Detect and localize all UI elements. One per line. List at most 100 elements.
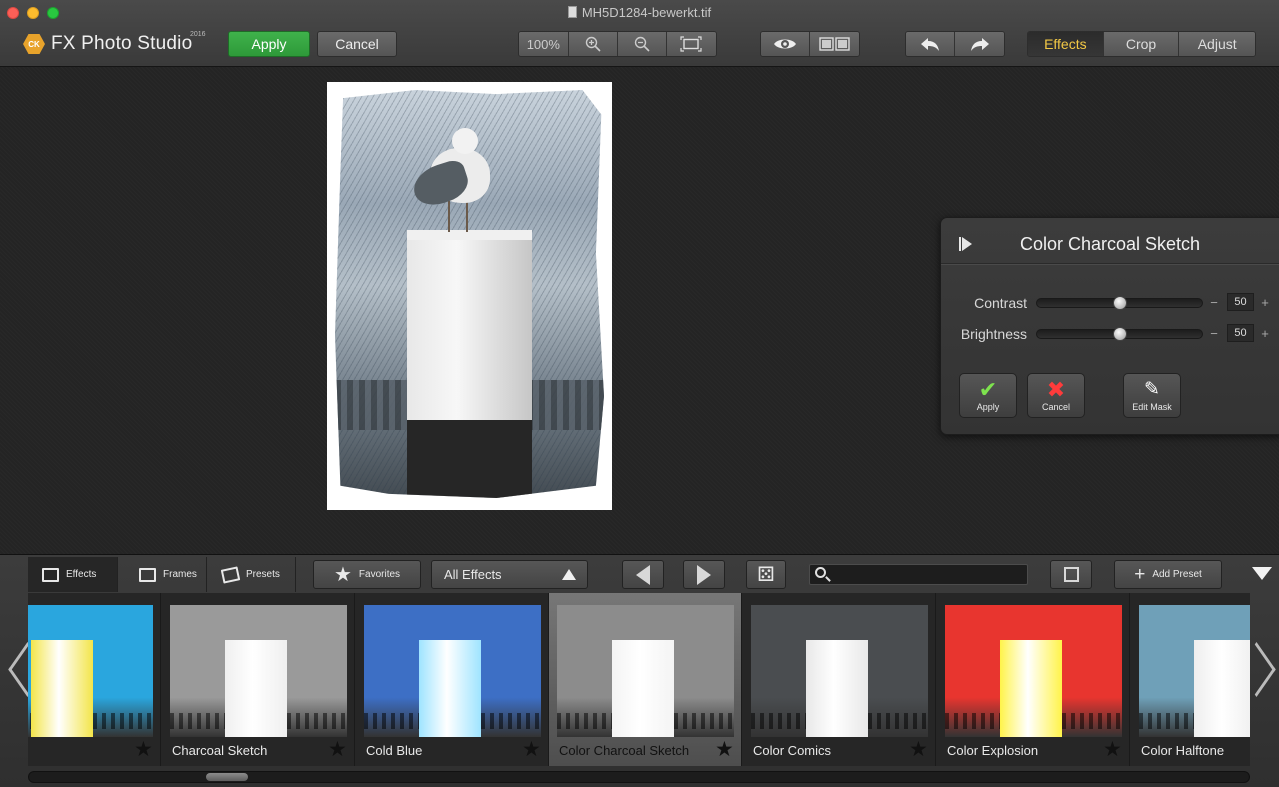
- panel-collapse-icon[interactable]: [959, 237, 972, 251]
- effects-browser: Effects Frames Presets ★ Favorites All E…: [0, 554, 1279, 787]
- brightness-slider-knob[interactable]: [1112, 327, 1127, 341]
- tab-crop[interactable]: Crop: [1103, 32, 1180, 56]
- effect-thumbnail-image: [751, 605, 928, 737]
- browser-tab-frames[interactable]: Frames: [125, 557, 207, 592]
- star-icon: ★: [333, 564, 352, 586]
- film-strip-icon: [42, 567, 59, 582]
- contrast-label: Contrast: [974, 295, 1027, 311]
- redo-button[interactable]: [955, 32, 1004, 56]
- fit-to-screen-button[interactable]: [666, 32, 716, 56]
- apply-button[interactable]: Apply: [228, 31, 310, 57]
- effect-title: Color Charcoal Sketch: [1019, 234, 1201, 254]
- effect-thumbnail[interactable]: Cold Blue ★: [356, 593, 549, 766]
- effect-thumbnail-image: [28, 605, 153, 737]
- brightness-decrement[interactable]: −: [1208, 326, 1220, 341]
- effect-thumbnail[interactable]: Color Halftone★: [1131, 593, 1250, 766]
- zoom-in-button[interactable]: [568, 32, 618, 56]
- brightness-increment[interactable]: +: [1259, 326, 1271, 341]
- window-title: MH5D1284-bewerkt.tif: [0, 5, 1279, 20]
- app-name: FX Photo Studio: [51, 33, 193, 54]
- add-preset-label: Add Preset: [1152, 569, 1202, 580]
- effect-category-select[interactable]: All Effects: [431, 560, 588, 589]
- undo-arrow-icon: [921, 38, 939, 51]
- title-toolbar: MH5D1284-bewerkt.tif CK FX Photo Studio …: [0, 0, 1279, 67]
- zoom-in-icon: [585, 36, 601, 52]
- contrast-slider[interactable]: [1036, 296, 1203, 310]
- edit-mask-label: Edit Mask: [1132, 402, 1172, 412]
- app-year: 2016: [190, 31, 206, 38]
- view-controls: [760, 31, 860, 57]
- random-effect-button[interactable]: ⚄: [746, 560, 786, 589]
- favorite-star-icon[interactable]: ★: [134, 737, 153, 762]
- effect-cancel-button[interactable]: ✖ Cancel: [1027, 373, 1085, 418]
- dice-icon: ⚄: [757, 564, 775, 586]
- preview-button[interactable]: [761, 32, 811, 56]
- favorite-star-icon[interactable]: ★: [715, 737, 734, 762]
- split-view-icon: [818, 37, 850, 51]
- compare-view-button[interactable]: [810, 32, 859, 56]
- collapse-browser-icon[interactable]: [1252, 567, 1272, 580]
- editing-canvas[interactable]: Color Charcoal Sketch Contrast − 50 + Br…: [0, 67, 1279, 554]
- effect-thumbnail[interactable]: ors★: [28, 593, 161, 766]
- browser-tab-frames-label: Frames: [163, 569, 197, 580]
- effect-thumbnail-label: Color Explosion: [947, 743, 1039, 758]
- effect-thumbnail[interactable]: Color Comics ★: [743, 593, 936, 766]
- plus-icon: +: [1134, 563, 1146, 585]
- effect-thumbnail-label: Charcoal Sketch: [172, 743, 268, 758]
- favorite-star-icon[interactable]: ★: [522, 737, 541, 762]
- effect-thumbnail-image: [1139, 605, 1250, 737]
- contrast-decrement[interactable]: −: [1208, 295, 1220, 310]
- tab-effects[interactable]: Effects: [1028, 32, 1104, 56]
- previous-effect-button[interactable]: [622, 560, 664, 589]
- brightness-slider[interactable]: [1036, 327, 1203, 341]
- contrast-value[interactable]: 50: [1227, 293, 1254, 311]
- square-view-button[interactable]: [1050, 560, 1092, 589]
- favorites-button[interactable]: ★ Favorites: [313, 560, 421, 589]
- effect-thumbnail-label: Color Charcoal Sketch: [559, 743, 690, 758]
- brightness-value[interactable]: 50: [1227, 324, 1254, 342]
- scroll-right-chevron-icon[interactable]: [1254, 645, 1276, 715]
- favorite-star-icon[interactable]: ★: [1103, 737, 1122, 762]
- effect-cancel-label: Cancel: [1041, 402, 1070, 412]
- effect-apply-button[interactable]: ✔ Apply: [959, 373, 1017, 418]
- app-logo: CK FX Photo Studio 2016: [23, 31, 206, 56]
- scroll-left-chevron-icon[interactable]: [3, 645, 25, 715]
- add-preset-button[interactable]: + Add Preset: [1114, 560, 1222, 589]
- browser-tab-presets[interactable]: Presets: [208, 557, 296, 592]
- cancel-button[interactable]: Cancel: [317, 31, 397, 57]
- search-icon: [815, 567, 826, 578]
- effect-thumbnail[interactable]: Color Charcoal Sketch ★: [549, 593, 742, 766]
- effect-thumbnail[interactable]: Color Explosion ★: [937, 593, 1130, 766]
- tab-adjust[interactable]: Adjust: [1179, 32, 1255, 56]
- edit-mask-button[interactable]: ✎ Edit Mask: [1123, 373, 1181, 418]
- zoom-out-icon: [634, 36, 650, 52]
- effect-apply-label: Apply: [976, 402, 1000, 412]
- eye-icon: [774, 39, 796, 49]
- mode-tabs: Effects Crop Adjust: [1027, 31, 1256, 57]
- favorite-star-icon[interactable]: ★: [909, 737, 928, 762]
- search-input[interactable]: [809, 564, 1028, 585]
- contrast-slider-knob[interactable]: [1112, 296, 1127, 310]
- contrast-increment[interactable]: +: [1259, 295, 1271, 310]
- next-effect-button[interactable]: [683, 560, 725, 589]
- logo-badge-icon: CK: [23, 34, 45, 54]
- undo-button[interactable]: [906, 32, 956, 56]
- zoom-out-button[interactable]: [617, 32, 667, 56]
- effect-thumbnail[interactable]: Charcoal Sketch ★: [162, 593, 355, 766]
- browser-tab-effects-label: Effects: [66, 569, 97, 580]
- photo-preview[interactable]: [327, 82, 612, 510]
- scrollbar-thumb[interactable]: [206, 773, 248, 781]
- effect-settings-panel: Color Charcoal Sketch Contrast − 50 + Br…: [940, 217, 1279, 435]
- document-icon: [567, 6, 577, 18]
- redo-arrow-icon: [970, 38, 989, 51]
- presets-stack-icon: [220, 565, 241, 584]
- zoom-level-readout[interactable]: 100%: [519, 32, 569, 56]
- favorite-star-icon[interactable]: ★: [328, 737, 347, 762]
- zoom-controls: 100%: [518, 31, 717, 57]
- photo-image: [335, 90, 604, 498]
- effect-thumbnail-label: Cold Blue: [366, 743, 423, 758]
- horizontal-scrollbar[interactable]: [28, 771, 1250, 783]
- browser-tab-effects[interactable]: Effects: [28, 557, 118, 592]
- effect-thumbnail-image: [170, 605, 347, 737]
- brightness-label: Brightness: [960, 326, 1027, 342]
